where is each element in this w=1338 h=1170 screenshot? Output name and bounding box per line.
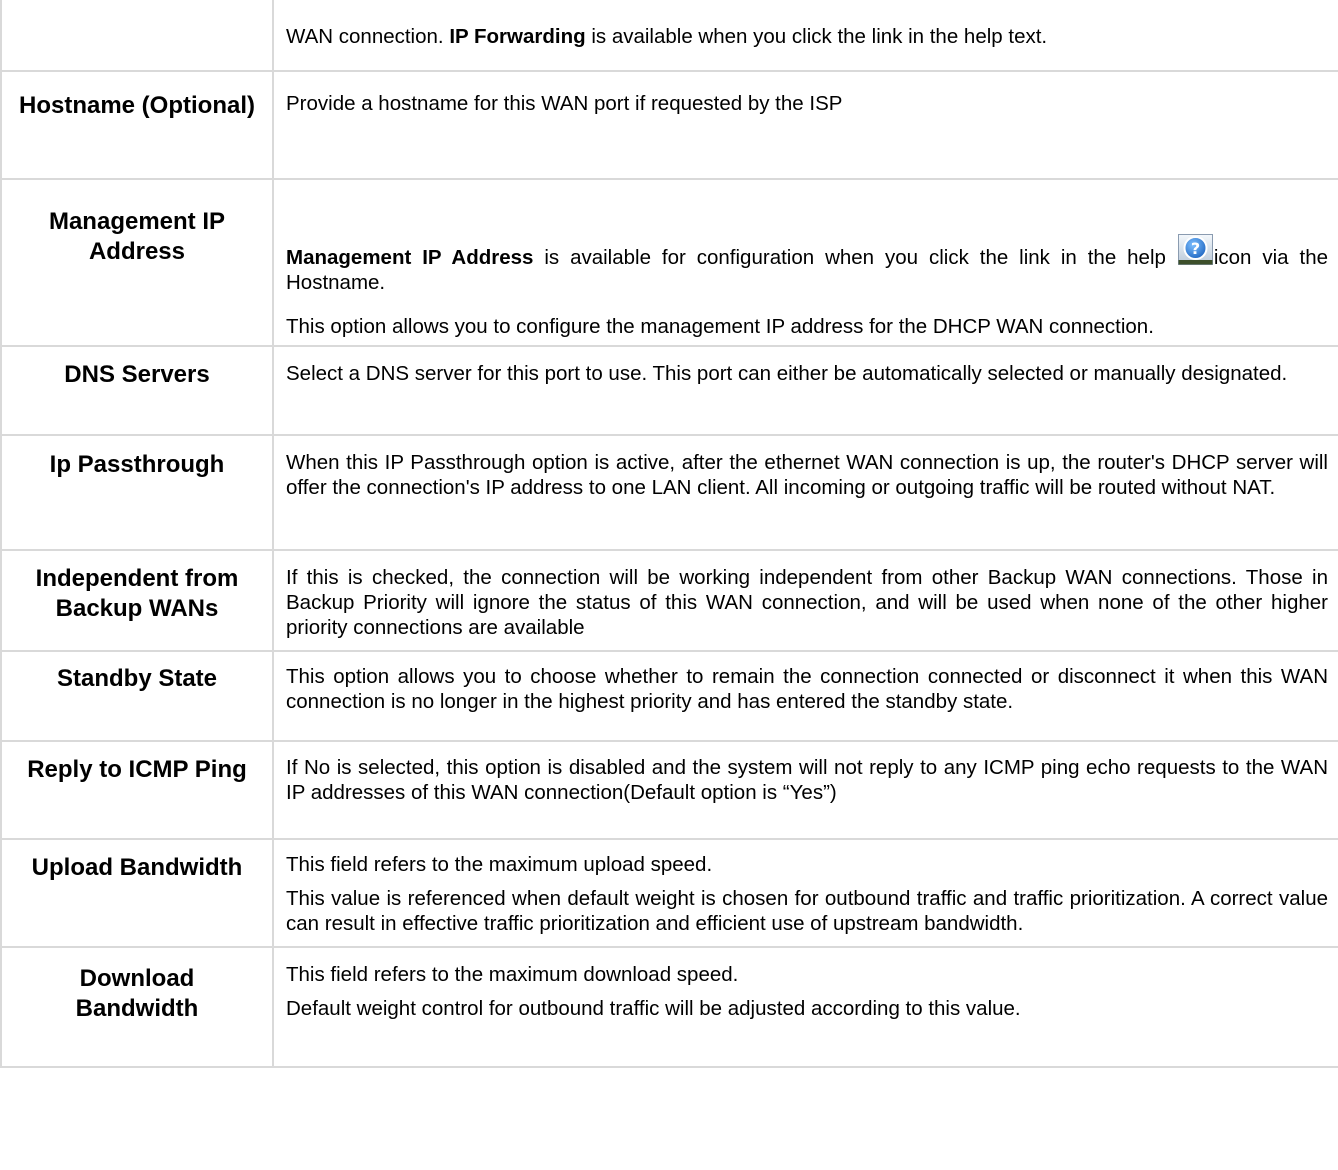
row-label-empty	[0, 0, 274, 72]
table-row-dns-servers: DNS Servers Select a DNS server for this…	[0, 345, 1338, 436]
desc-text: WAN connection.	[286, 25, 450, 48]
row-description: This field refers to the maximum downloa…	[272, 946, 1338, 1068]
table-row-independent-backup: Independent from Backup WANs If this is …	[0, 549, 1338, 652]
row-description: This field refers to the maximum upload …	[272, 838, 1338, 948]
table-row-management-ip: Management IP Address Management IP Addr…	[0, 178, 1338, 347]
row-description: WAN connection. IP Forwarding is availab…	[272, 0, 1338, 72]
ip-forwarding-term: IP Forwarding	[449, 25, 586, 48]
row-description: Management IP Address is available for c…	[272, 178, 1338, 347]
row-label-dns-servers: DNS Servers	[0, 345, 274, 436]
row-label-management-ip: Management IP Address	[0, 178, 274, 347]
row-label-standby-state: Standby State	[0, 650, 274, 742]
desc-text-2: This value is referenced when default we…	[286, 887, 1328, 935]
row-description: If No is selected, this option is disabl…	[272, 740, 1338, 840]
table-row-ip-passthrough: Ip Passthrough When this IP Passthrough …	[0, 434, 1338, 551]
svg-text:?: ?	[1191, 239, 1200, 258]
row-label-upload-bandwidth: Upload Bandwidth	[0, 838, 274, 948]
row-description: This option allows you to choose whether…	[272, 650, 1338, 742]
row-description: Provide a hostname for this WAN port if …	[272, 70, 1338, 180]
row-label-download-bandwidth: Download Bandwidth	[0, 946, 274, 1068]
table-row-ip-forwarding: WAN connection. IP Forwarding is availab…	[0, 0, 1338, 72]
row-description: When this IP Passthrough option is activ…	[272, 434, 1338, 551]
row-label-hostname: Hostname (Optional)	[0, 70, 274, 180]
settings-description-table: WAN connection. IP Forwarding is availab…	[0, 0, 1338, 1068]
desc-text: is available for configuration when you …	[533, 246, 1177, 269]
table-row-download-bandwidth: Download Bandwidth This field refers to …	[0, 946, 1338, 1068]
desc-text-2: This option allows you to configure the …	[286, 315, 1154, 338]
table-row-hostname: Hostname (Optional) Provide a hostname f…	[0, 70, 1338, 180]
help-question-icon: ?	[1177, 234, 1213, 265]
row-description: Select a DNS server for this port to use…	[272, 345, 1338, 436]
row-label-reply-icmp: Reply to ICMP Ping	[0, 740, 274, 840]
desc-text: This field refers to the maximum downloa…	[286, 963, 739, 986]
desc-text-2: Default weight control for outbound traf…	[286, 997, 1021, 1020]
desc-text: This field refers to the maximum upload …	[286, 853, 713, 876]
row-label-independent-backup: Independent from Backup WANs	[0, 549, 274, 652]
table-row-upload-bandwidth: Upload Bandwidth This field refers to th…	[0, 838, 1338, 948]
row-label-ip-passthrough: Ip Passthrough	[0, 434, 274, 551]
desc-text: is available when you click the link in …	[585, 25, 1048, 48]
row-description: If this is checked, the connection will …	[272, 549, 1338, 652]
management-ip-term: Management IP Address	[286, 246, 534, 269]
table-row-reply-icmp: Reply to ICMP Ping If No is selected, th…	[0, 740, 1338, 840]
table-row-standby-state: Standby State This option allows you to …	[0, 650, 1338, 742]
